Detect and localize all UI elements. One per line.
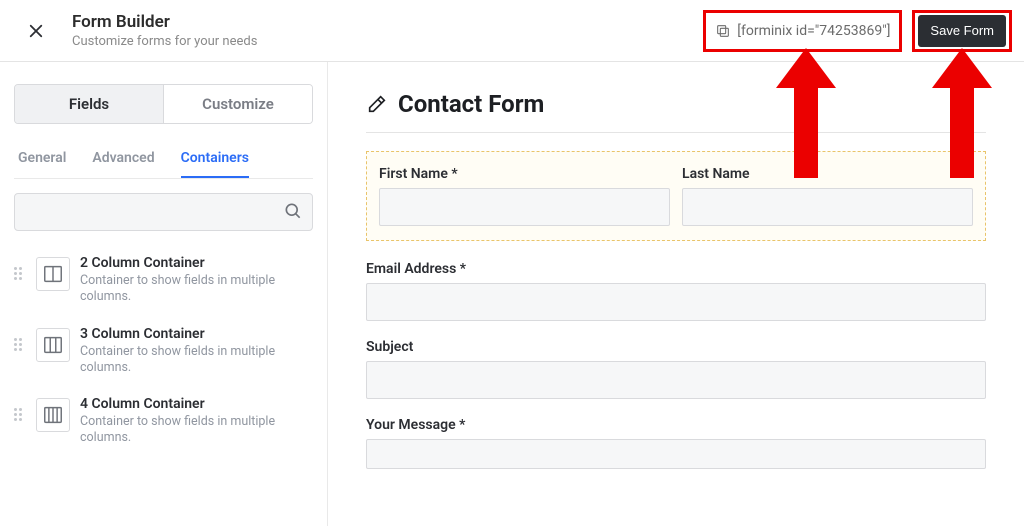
sub-tabs: General Advanced Containers (14, 142, 313, 179)
save-button[interactable]: Save Form (918, 15, 1006, 47)
field-label: Your Message * (366, 417, 986, 433)
columns-2-icon (36, 257, 70, 291)
container-item-title: 4 Column Container (80, 396, 309, 412)
text-input[interactable] (366, 361, 986, 399)
container-item-title: 3 Column Container (80, 326, 309, 342)
field-label: First Name * (379, 166, 670, 182)
embed-code-highlight: [forminix id="74253869"] (703, 10, 902, 52)
subtab-general[interactable]: General (18, 142, 66, 178)
form-field-first-name: First Name * (379, 166, 670, 226)
tab-customize[interactable]: Customize (163, 85, 312, 123)
form-field-last-name: Last Name (682, 166, 973, 226)
container-item-4col[interactable]: 4 Column Container Container to show fie… (14, 388, 313, 459)
subtab-advanced[interactable]: Advanced (92, 142, 154, 178)
subtab-containers[interactable]: Containers (181, 142, 249, 178)
copy-icon (715, 23, 731, 39)
text-input[interactable] (682, 188, 973, 226)
tab-fields[interactable]: Fields (15, 85, 163, 123)
search-wrap (14, 193, 313, 231)
form-field-email: Email Address * (366, 261, 986, 321)
container-item-title: 2 Column Container (80, 255, 309, 271)
header: Form Builder Customize forms for your ne… (0, 0, 1024, 62)
text-input[interactable] (379, 188, 670, 226)
save-button-highlight: Save Form (912, 10, 1012, 52)
two-column-container[interactable]: First Name * Last Name (366, 151, 986, 241)
columns-4-icon (36, 398, 70, 432)
field-label: Email Address * (366, 261, 986, 277)
main-tabs: Fields Customize (14, 84, 313, 124)
close-button[interactable] (18, 13, 54, 49)
embed-code-button[interactable]: [forminix id="74253869"] (709, 23, 896, 39)
body: Fields Customize General Advanced Contai… (0, 62, 1024, 526)
container-item-desc: Container to show fields in multiple col… (80, 273, 309, 306)
drag-handle-icon (14, 338, 26, 351)
text-input[interactable] (366, 283, 986, 321)
field-label: Last Name (682, 166, 973, 182)
header-subtitle: Customize forms for your needs (72, 34, 257, 49)
sidebar: Fields Customize General Advanced Contai… (0, 62, 328, 526)
textarea-input[interactable] (366, 439, 986, 469)
container-item-2col[interactable]: 2 Column Container Container to show fie… (14, 247, 313, 318)
edit-icon (366, 93, 388, 115)
field-label: Subject (366, 339, 986, 355)
drag-handle-icon (14, 408, 26, 421)
columns-3-icon (36, 328, 70, 362)
embed-code-text: [forminix id="74253869"] (737, 23, 890, 39)
form-title: Contact Form (398, 90, 544, 118)
form-field-message: Your Message * (366, 417, 986, 469)
form-field-subject: Subject (366, 339, 986, 399)
header-title: Form Builder (72, 12, 257, 32)
form-canvas: Contact Form First Name * Last Name Emai… (328, 62, 1024, 526)
search-input[interactable] (14, 193, 313, 231)
header-titles: Form Builder Customize forms for your ne… (72, 12, 257, 49)
container-item-desc: Container to show fields in multiple col… (80, 344, 309, 377)
drag-handle-icon (14, 267, 26, 280)
search-icon (283, 201, 303, 221)
close-icon (27, 22, 45, 40)
container-item-3col[interactable]: 3 Column Container Container to show fie… (14, 318, 313, 389)
form-title-row[interactable]: Contact Form (366, 90, 986, 118)
container-item-desc: Container to show fields in multiple col… (80, 414, 309, 447)
divider (366, 132, 986, 133)
